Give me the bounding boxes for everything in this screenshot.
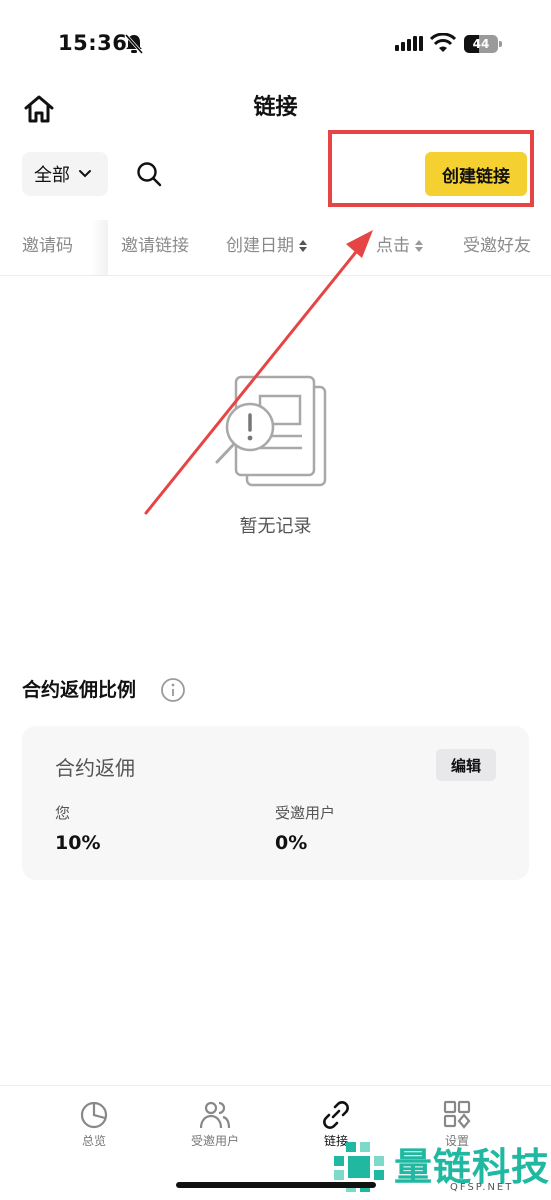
sort-icon	[415, 240, 423, 252]
wifi-icon	[430, 33, 456, 52]
column-created-date[interactable]: 创建日期	[226, 220, 308, 272]
invitee-value: 0%	[275, 832, 308, 854]
status-time: 15:36	[58, 31, 128, 55]
nav-item-invited-users[interactable]: 受邀用户	[170, 1100, 260, 1149]
nav-label-invited-users: 受邀用户	[190, 1134, 239, 1148]
pie-chart-icon	[80, 1101, 108, 1129]
card-title: 合约返佣	[55, 756, 135, 780]
table-header[interactable]: 邀请码 邀请链接 创建日期 点击 受邀好友	[0, 220, 551, 276]
home-indicator	[176, 1182, 376, 1188]
edit-button[interactable]: 编辑	[436, 749, 496, 781]
battery-indicator: 44	[464, 35, 502, 53]
grid-icon	[443, 1100, 471, 1129]
column-clicks[interactable]: 点击	[376, 220, 424, 272]
column-invite-code: 邀请码	[22, 236, 73, 256]
users-icon	[199, 1101, 231, 1129]
rebate-card: 合约返佣 编辑 您 10% 受邀用户 0%	[22, 726, 529, 880]
column-divider	[92, 220, 108, 275]
info-icon[interactable]	[160, 677, 186, 703]
search-icon[interactable]	[136, 161, 162, 187]
empty-state-text: 暂无记录	[239, 516, 312, 537]
sort-icon	[299, 240, 307, 252]
you-label: 您	[55, 804, 71, 822]
column-clicks-label: 点击	[376, 236, 410, 256]
section-title: 合约返佣比例	[22, 679, 137, 701]
invitee-label: 受邀用户	[275, 804, 336, 822]
bell-muted-icon	[124, 34, 144, 54]
column-invited-friends: 受邀好友	[463, 236, 531, 256]
empty-document-icon	[215, 375, 327, 487]
battery-text: 44	[472, 37, 490, 51]
filter-dropdown[interactable]: 全部	[22, 152, 108, 196]
column-created-date-label: 创建日期	[226, 236, 294, 256]
watermark: 量链科技 QFSP.NET	[328, 1134, 551, 1200]
chevron-down-icon	[79, 170, 91, 178]
column-invite-link: 邀请链接	[121, 236, 189, 256]
you-value: 10%	[55, 832, 101, 854]
nav-item-overview[interactable]: 总览	[49, 1100, 139, 1149]
nav-label-overview: 总览	[81, 1134, 106, 1148]
create-link-button[interactable]: 创建链接	[425, 152, 527, 196]
filter-label: 全部	[34, 165, 70, 186]
status-bar: 15:36 44	[0, 0, 551, 84]
watermark-sub: QFSP.NET	[450, 1182, 514, 1193]
signal-icon	[395, 36, 423, 51]
link-icon	[323, 1101, 349, 1129]
page-title: 链接	[253, 95, 298, 120]
